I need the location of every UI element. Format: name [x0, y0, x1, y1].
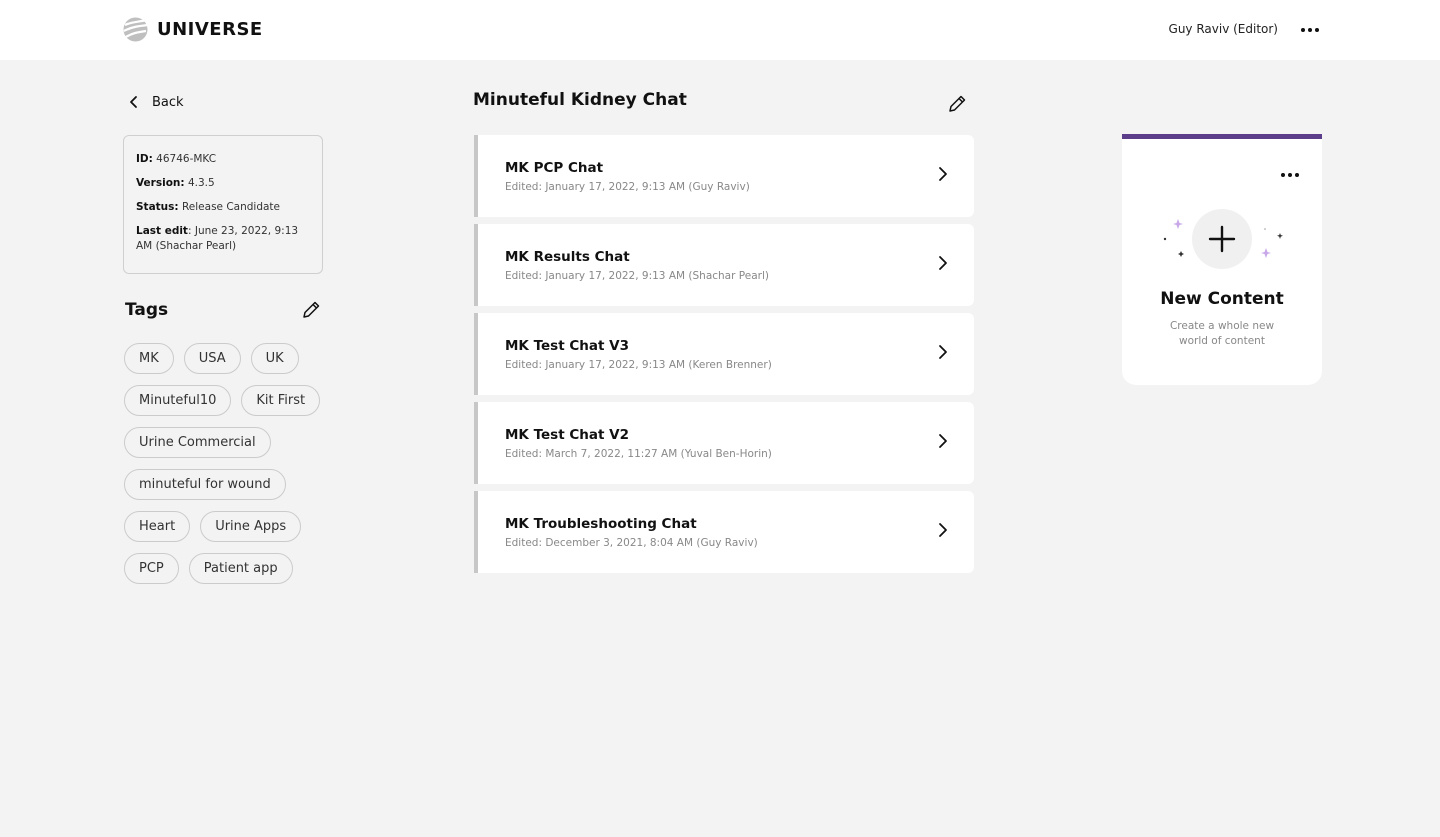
chat-item-title: MK PCP Chat	[505, 160, 604, 176]
tag-row: Urine Commercial	[124, 427, 334, 458]
chat-item-title: MK Test Chat V3	[505, 338, 629, 354]
user-name[interactable]: Guy Raviv (Editor)	[1169, 22, 1278, 36]
info-status: Status: Release Candidate	[136, 201, 281, 213]
app-logo[interactable]: UNIVERSE	[122, 16, 263, 43]
chevron-left-icon	[130, 96, 137, 108]
new-content-card[interactable]: New Content Create a whole new world of …	[1122, 134, 1322, 385]
page-title: Minuteful Kidney Chat	[473, 90, 687, 110]
tag-chip[interactable]: Urine Commercial	[124, 427, 271, 458]
chat-item-edited: Edited: January 17, 2022, 9:13 AM (Guy R…	[505, 181, 750, 193]
new-content-description: Create a whole new world of content	[1169, 320, 1275, 347]
chat-list-item[interactable]: MK Troubleshooting Chat Edited: December …	[474, 491, 974, 573]
tag-row: Heart Urine Apps	[124, 511, 334, 542]
back-label: Back	[152, 94, 184, 110]
chevron-right-icon	[939, 434, 947, 448]
tag-row: Minuteful10 Kit First	[124, 385, 334, 416]
edit-title-pencil-icon[interactable]	[946, 93, 968, 115]
chat-list-item[interactable]: MK Results Chat Edited: January 17, 2022,…	[474, 224, 974, 306]
tag-chip[interactable]: Minuteful10	[124, 385, 232, 416]
info-card: ID: 46746-MKC Version: 4.3.5 Status: Rel…	[123, 135, 323, 274]
tag-chip[interactable]: Heart	[124, 511, 191, 542]
chevron-right-icon	[939, 167, 947, 181]
tag-chip[interactable]: UK	[250, 343, 299, 374]
app-name: UNIVERSE	[157, 19, 263, 40]
universe-logo-icon	[123, 17, 149, 42]
info-version: Version: 4.3.5	[136, 177, 215, 189]
tag-row: PCP Patient app	[124, 553, 334, 584]
chat-list-item[interactable]: MK Test Chat V3 Edited: January 17, 2022,…	[474, 313, 974, 395]
tag-row: MK USA UK	[124, 343, 334, 374]
chat-item-edited: Edited: March 7, 2022, 11:27 AM (Yuval B…	[505, 448, 772, 460]
tag-chip[interactable]: Kit First	[241, 385, 321, 416]
chat-item-edited: Edited: December 3, 2021, 8:04 AM (Guy R…	[505, 537, 758, 549]
chat-item-title: MK Troubleshooting Chat	[505, 516, 697, 532]
top-bar: UNIVERSE Guy Raviv (Editor)	[0, 0, 1440, 60]
plus-icon	[1208, 225, 1236, 253]
chevron-right-icon	[939, 345, 947, 359]
tag-chip[interactable]: USA	[183, 343, 241, 374]
edit-tags-pencil-icon[interactable]	[300, 299, 322, 321]
tag-chip[interactable]: minuteful for wound	[124, 469, 286, 500]
tags-title: Tags	[125, 300, 169, 320]
chat-item-edited: Edited: January 17, 2022, 9:13 AM (Shach…	[505, 270, 769, 282]
chat-list: MK PCP Chat Edited: January 17, 2022, 9:1…	[474, 135, 974, 580]
chat-item-title: MK Results Chat	[505, 249, 630, 265]
chat-list-item[interactable]: MK PCP Chat Edited: January 17, 2022, 9:1…	[474, 135, 974, 217]
info-last-edit: Last edit: June 23, 2022, 9:13 AM (Shach…	[136, 225, 299, 252]
back-button[interactable]: Back	[125, 92, 184, 112]
chevron-right-icon	[939, 523, 947, 537]
info-id: ID: 46746-MKC	[136, 153, 217, 165]
chat-item-edited: Edited: January 17, 2022, 9:13 AM (Keren…	[505, 359, 772, 371]
more-horizontal-icon[interactable]	[1300, 20, 1320, 40]
tag-chip[interactable]: PCP	[124, 553, 179, 584]
chat-item-title: MK Test Chat V2	[505, 427, 629, 443]
tag-row: minuteful for wound	[124, 469, 334, 500]
add-content-button[interactable]	[1192, 209, 1252, 269]
chevron-right-icon	[939, 256, 947, 270]
new-content-title: New Content	[1160, 289, 1284, 309]
tag-chip[interactable]: Urine Apps	[200, 511, 302, 542]
tag-chip[interactable]: Patient app	[188, 553, 293, 584]
tag-chip[interactable]: MK	[124, 343, 174, 374]
tag-list: MK USA UK Minuteful10 Kit First Urine Commerc…	[124, 343, 334, 595]
card-more-horizontal-icon[interactable]	[1280, 165, 1300, 185]
chat-list-item[interactable]: MK Test Chat V2 Edited: March 7, 2022, 11…	[474, 402, 974, 484]
